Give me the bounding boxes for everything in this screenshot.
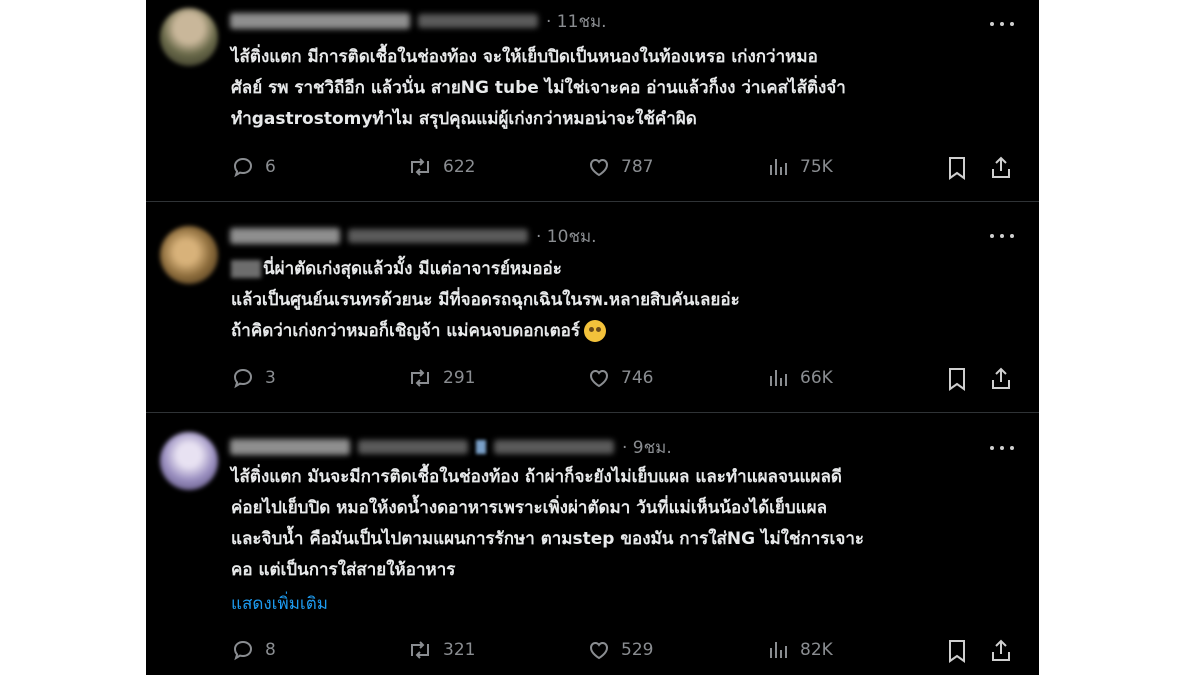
repost-button[interactable]: 321 xyxy=(407,638,475,662)
author-handle-redacted[interactable] xyxy=(494,440,614,454)
show-more-link[interactable]: แสดงเพิ่มเติม xyxy=(231,590,328,617)
author-name-redacted[interactable] xyxy=(230,228,340,244)
reply-count: 6 xyxy=(265,157,276,177)
views-button[interactable]: 75K xyxy=(766,155,833,179)
like-count: 787 xyxy=(621,157,654,177)
author-name-redacted-2[interactable] xyxy=(358,440,468,454)
views-button[interactable]: 82K xyxy=(766,638,833,662)
post-header: · 11ชม. xyxy=(230,10,607,32)
share-button[interactable] xyxy=(989,366,1023,392)
reply-count: 3 xyxy=(265,368,276,388)
repost-count: 291 xyxy=(443,368,476,388)
redacted-text xyxy=(231,260,261,278)
badge-icon xyxy=(476,440,486,454)
repost-icon xyxy=(411,641,429,659)
divider xyxy=(146,201,1039,202)
repost-icon xyxy=(411,158,429,176)
share-button[interactable] xyxy=(989,638,1023,664)
reply-button[interactable]: 3 xyxy=(231,366,276,390)
post-text: ไส้ติ่งแตก มันจะมีการติดเชื้อในช่องท้อง … xyxy=(231,467,865,580)
author-handle-redacted[interactable] xyxy=(348,229,528,243)
bookmark-icon xyxy=(949,157,965,180)
post-time[interactable]: · 9ชม. xyxy=(622,434,672,461)
reply-icon xyxy=(233,368,253,389)
view-count: 66K xyxy=(800,368,833,388)
bookmark-icon xyxy=(949,368,965,391)
rolling-eyes-emoji xyxy=(583,320,606,342)
share-icon xyxy=(992,639,1010,661)
avatar[interactable] xyxy=(160,226,218,284)
like-button[interactable]: 746 xyxy=(587,366,653,390)
author-name-redacted[interactable] xyxy=(230,13,410,29)
post-time[interactable]: · 10ชม. xyxy=(536,223,597,250)
like-icon xyxy=(589,641,609,660)
share-button[interactable] xyxy=(989,155,1023,181)
more-icon[interactable] xyxy=(990,22,1014,28)
bookmark-button[interactable] xyxy=(945,366,979,392)
bookmark-icon xyxy=(949,640,965,663)
post-text: นี่ผ่าตัดเก่งสุดแล้วมั้ง มีแต่อาจารย์หมอ… xyxy=(231,254,1031,347)
post-actions: 6 622 787 75K xyxy=(231,155,1021,181)
more-icon[interactable] xyxy=(990,446,1014,452)
like-button[interactable]: 529 xyxy=(587,638,653,662)
post-actions: 8 321 529 82K xyxy=(231,638,1021,664)
repost-icon xyxy=(411,369,429,387)
view-count: 75K xyxy=(800,157,833,177)
views-button[interactable]: 66K xyxy=(766,366,833,390)
repost-count: 321 xyxy=(443,640,476,660)
reply-count: 8 xyxy=(265,640,276,660)
reply-button[interactable]: 8 xyxy=(231,638,276,662)
avatar[interactable] xyxy=(160,432,218,490)
bookmark-button[interactable] xyxy=(945,155,979,181)
views-icon xyxy=(770,159,787,175)
repost-count: 622 xyxy=(443,157,476,177)
like-icon xyxy=(589,369,609,388)
avatar[interactable] xyxy=(160,8,218,66)
like-icon xyxy=(589,158,609,177)
share-icon xyxy=(992,367,1010,389)
reply-icon xyxy=(233,157,253,178)
views-icon xyxy=(770,642,787,658)
like-count: 746 xyxy=(621,368,654,388)
post-text-line1: นี่ผ่าตัดเก่งสุดแล้วมั้ง มีแต่อาจารย์หมอ… xyxy=(263,259,562,279)
timeline-feed: · 11ชม. ไส้ติ่งแตก มีการติดเชื้อในช่องท้… xyxy=(146,0,1039,675)
repost-button[interactable]: 291 xyxy=(407,366,475,390)
more-icon[interactable] xyxy=(990,234,1014,240)
post-text: ไส้ติ่งแตก มีการติดเชื้อในช่องท้อง จะให้… xyxy=(231,47,846,129)
view-count: 82K xyxy=(800,640,833,660)
author-name-redacted[interactable] xyxy=(230,439,350,455)
repost-button[interactable]: 622 xyxy=(407,155,475,179)
share-icon xyxy=(992,156,1010,178)
views-icon xyxy=(770,370,787,386)
post-text-rest: แล้วเป็นศูนย์นเรนทรด้วยนะ มีที่จอดรถฉุกเ… xyxy=(231,290,740,341)
reply-icon xyxy=(233,640,253,661)
like-count: 529 xyxy=(621,640,654,660)
post-actions: 3 291 746 66K xyxy=(231,366,1021,392)
post-header: · 10ชม. xyxy=(230,225,597,247)
bookmark-button[interactable] xyxy=(945,638,979,664)
post-time[interactable]: · 11ชม. xyxy=(546,8,607,35)
reply-button[interactable]: 6 xyxy=(231,155,276,179)
divider xyxy=(146,412,1039,413)
post-header: · 9ชม. xyxy=(230,436,672,458)
author-handle-redacted[interactable] xyxy=(418,14,538,28)
like-button[interactable]: 787 xyxy=(587,155,653,179)
